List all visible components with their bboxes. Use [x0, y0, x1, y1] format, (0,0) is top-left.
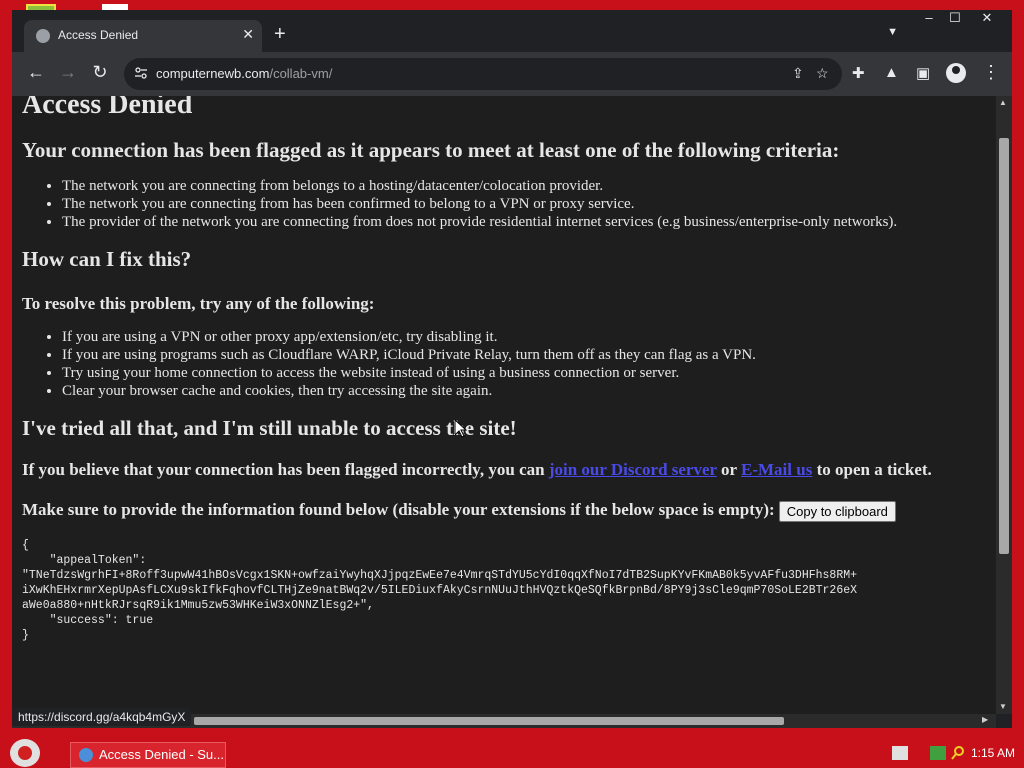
appeal-token-block[interactable]: { "appealToken": "TNeTdzsWgrhFI+8Roff3up…: [22, 538, 992, 643]
globe-icon: [36, 29, 50, 43]
toolbar: ← → ↻ computernewb.com/collab-vm/ ⇪ ☆ ✚ …: [12, 52, 1012, 96]
horizontal-scroll-thumb[interactable]: [194, 717, 784, 725]
vertical-scrollbar[interactable]: ▲ ▼: [996, 96, 1012, 714]
fixes-list: If you are using a VPN or other proxy ap…: [22, 328, 992, 400]
extensions-puzzle-icon[interactable]: ✚: [852, 64, 865, 82]
site-info-icon[interactable]: [134, 66, 148, 80]
side-panel-icon[interactable]: ▣: [916, 64, 930, 82]
profile-avatar-icon[interactable]: [946, 63, 966, 83]
taskbar-item-browser[interactable]: Access Denied - Su...: [70, 742, 226, 768]
keyboard-tray-icon[interactable]: [892, 746, 908, 760]
bookmark-star-icon[interactable]: ☆: [816, 65, 829, 82]
email-link[interactable]: E-Mail us: [741, 460, 812, 479]
appeal-paragraph: If you believe that your connection has …: [22, 459, 992, 481]
clock: 1:15 AM: [971, 746, 1016, 760]
believe-suffix: to open a ticket.: [812, 460, 932, 479]
back-arrow-icon[interactable]: ←: [24, 62, 48, 83]
url-text[interactable]: computernewb.com/collab-vm/: [156, 66, 332, 81]
new-tab-plus-icon[interactable]: +: [274, 24, 286, 44]
resolve-heading: To resolve this problem, try any of the …: [22, 294, 375, 313]
page-viewport: Access Denied Your connection has been f…: [12, 96, 996, 728]
network-tray-icon[interactable]: [930, 746, 946, 760]
link-status-bubble: https://discord.gg/a4kqb4mGyX: [12, 708, 192, 726]
fix-item: If you are using programs such as Cloudf…: [62, 346, 992, 364]
fix-heading: How can I fix this?: [22, 247, 192, 271]
maximize-button[interactable]: ☐: [940, 10, 970, 26]
url-path: /collab-vm/: [269, 66, 333, 81]
tab-title: Access Denied: [58, 28, 139, 42]
menu-kebab-icon[interactable]: ⋮: [982, 62, 1000, 83]
or-text: or: [716, 460, 742, 479]
discord-link[interactable]: join our Discord server: [549, 460, 717, 479]
browser-window: Access Denied ✕ + ▼ – ☐ ✕ ← → ↻ computer…: [12, 10, 1012, 728]
provide-paragraph: Make sure to provide the information fou…: [22, 499, 992, 522]
fix-item: If you are using a VPN or other proxy ap…: [62, 328, 992, 346]
reload-icon[interactable]: ↻: [88, 62, 112, 83]
tried-heading: I've tried all that, and I'm still unabl…: [22, 416, 517, 440]
url-domain: computernewb.com: [156, 66, 270, 81]
chevron-down-icon[interactable]: ▼: [887, 26, 898, 38]
scroll-right-arrow-icon[interactable]: ▶: [982, 715, 988, 724]
taskbar: Access Denied - Su... 1:15 AM: [0, 738, 1024, 768]
vertical-scroll-thumb[interactable]: [999, 138, 1009, 554]
criteria-list: The network you are connecting from belo…: [22, 177, 992, 231]
mouse-cursor-icon: [455, 420, 467, 438]
address-bar[interactable]: computernewb.com/collab-vm/ ⇪ ☆: [124, 58, 842, 90]
believe-prefix: If you believe that your connection has …: [22, 460, 549, 479]
taskbar-item-label: Access Denied - Su...: [99, 747, 224, 762]
fix-item: Try using your home connection to access…: [62, 364, 992, 382]
forward-arrow-icon[interactable]: →: [56, 62, 80, 83]
browser-icon: [79, 748, 93, 762]
criteria-item: The provider of the network you are conn…: [62, 213, 992, 231]
page-content: Access Denied Your connection has been f…: [22, 96, 992, 643]
provide-text: Make sure to provide the information fou…: [22, 500, 775, 519]
criteria-heading: Your connection has been flagged as it a…: [22, 138, 840, 162]
close-window-button[interactable]: ✕: [972, 10, 1002, 26]
search-tray-icon[interactable]: [950, 746, 966, 760]
fix-item: Clear your browser cache and cookies, th…: [62, 382, 992, 400]
criteria-item: The network you are connecting from belo…: [62, 177, 992, 195]
share-icon[interactable]: ⇪: [792, 65, 804, 82]
criteria-item: The network you are connecting from has …: [62, 195, 992, 213]
close-tab-icon[interactable]: ✕: [242, 26, 254, 43]
page-heading: Access Denied: [22, 96, 193, 120]
scroll-up-arrow-icon[interactable]: ▲: [999, 98, 1007, 107]
start-button[interactable]: [10, 739, 40, 767]
labs-flask-icon[interactable]: ▲: [884, 64, 899, 81]
tab-access-denied[interactable]: Access Denied ✕: [24, 20, 262, 52]
tab-strip: Access Denied ✕ + ▼ – ☐ ✕: [12, 10, 1012, 52]
copy-to-clipboard-button[interactable]: Copy to clipboard: [778, 500, 896, 522]
scroll-down-arrow-icon[interactable]: ▼: [999, 702, 1007, 711]
